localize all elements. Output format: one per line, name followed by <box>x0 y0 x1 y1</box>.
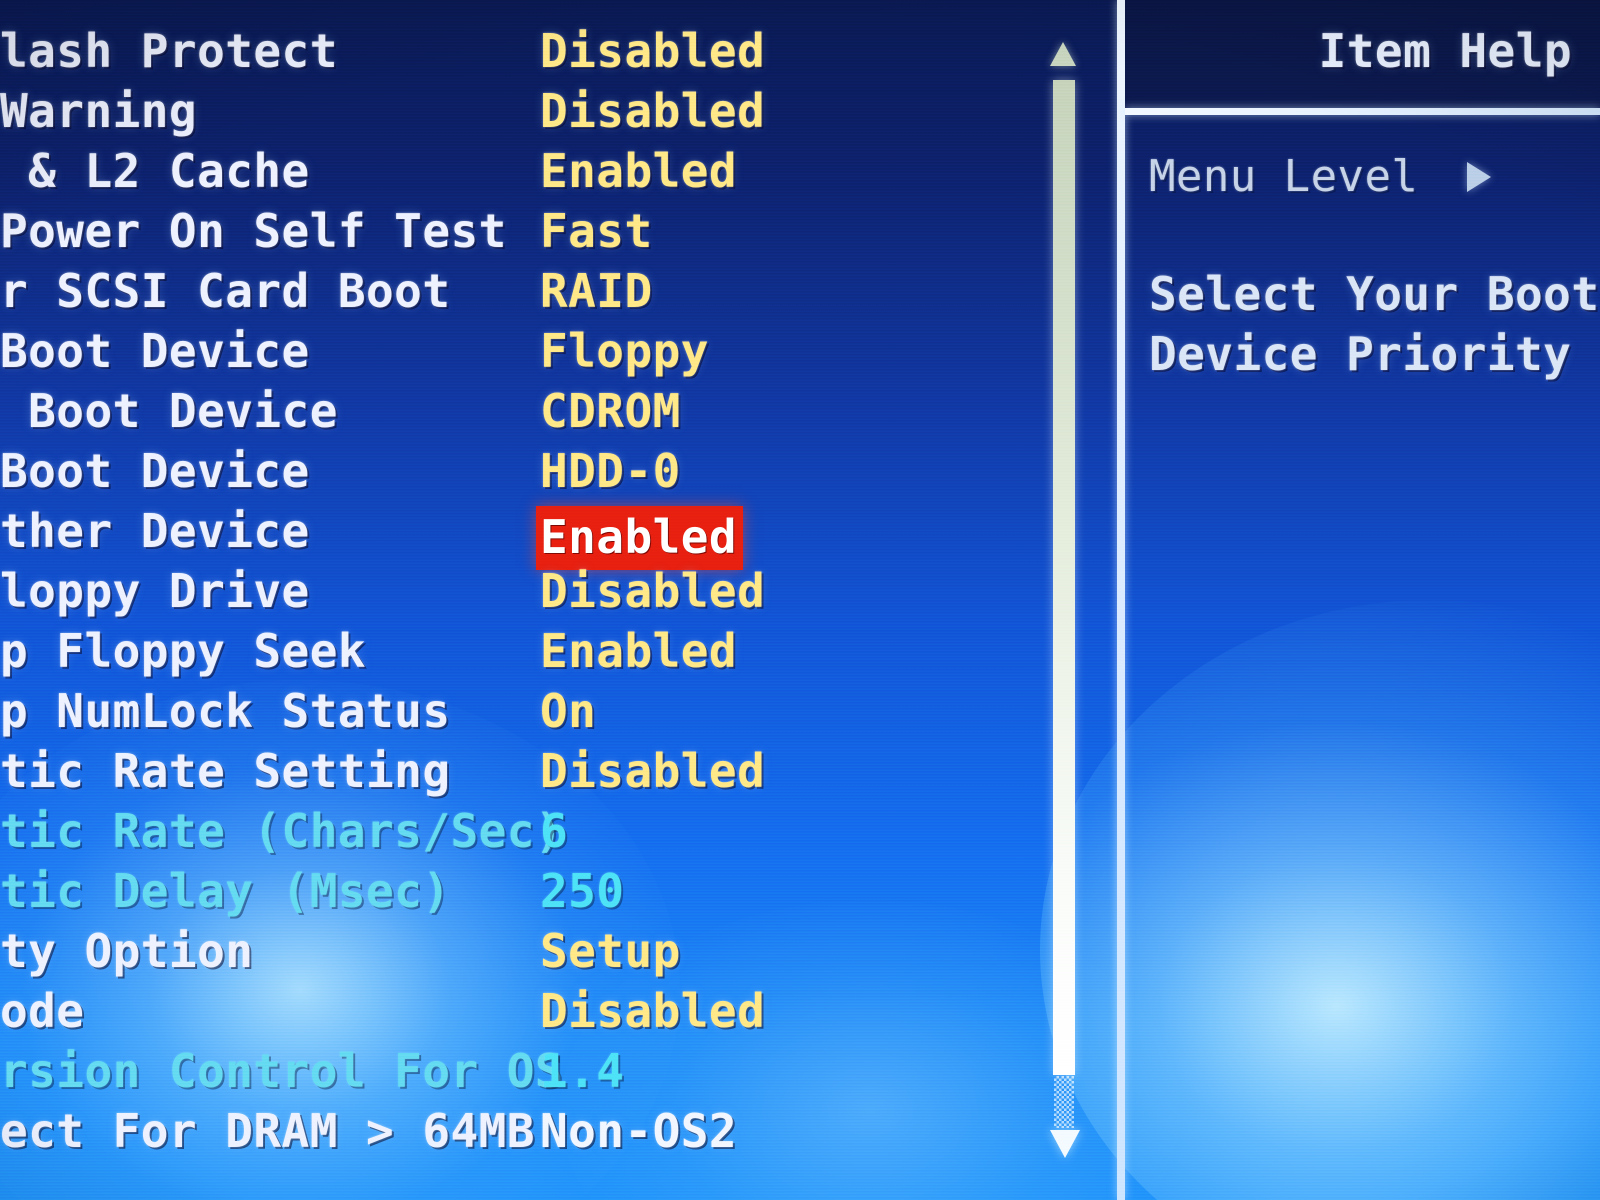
setting-value[interactable]: Disabled <box>540 742 765 800</box>
setting-label: ther Device <box>0 504 310 558</box>
setting-value[interactable]: Non-OS2 <box>540 1102 737 1160</box>
settings-row[interactable]: p Floppy Seek Enabled <box>0 622 1040 682</box>
setting-label: ect For DRAM > 64MB <box>0 1104 535 1158</box>
item-help-text-line-2: Device Priority <box>1149 327 1572 381</box>
settings-row[interactable]: ect For DRAM > 64MB Non-OS2 <box>0 1102 1040 1162</box>
settings-row[interactable]: tic Delay (Msec) 250 <box>0 862 1040 922</box>
setting-value[interactable]: 1.4 <box>540 1042 624 1100</box>
scrollbar-track[interactable] <box>1054 1076 1074 1128</box>
setting-value[interactable]: Enabled <box>540 142 737 200</box>
settings-row[interactable]: tic Rate Setting Disabled <box>0 742 1040 802</box>
setting-value[interactable]: On <box>540 682 596 740</box>
setting-label: ode <box>0 984 85 1038</box>
setting-label: tic Delay (Msec) <box>0 864 451 918</box>
item-help-text-line-1: Select Your Boot <box>1149 267 1600 321</box>
settings-list: lash Protect Disabled Warning Disabled & L2… <box>0 0 1040 1200</box>
chevron-right-icon <box>1467 162 1491 192</box>
setting-value[interactable]: Enabled <box>540 622 737 680</box>
setting-value[interactable]: 6 <box>540 802 568 860</box>
setting-label: ty Option <box>0 924 254 978</box>
settings-scrollbar[interactable] <box>1040 0 1116 1200</box>
setting-value[interactable]: Fast <box>540 202 653 260</box>
setting-label: tic Rate (Chars/Sec) <box>0 804 564 858</box>
settings-row[interactable]: ther Device Enabled <box>0 502 1040 570</box>
settings-row[interactable]: ode Disabled <box>0 982 1040 1042</box>
setting-value[interactable]: Disabled <box>540 22 765 80</box>
setting-value[interactable]: Floppy <box>540 322 709 380</box>
scroll-up-arrow-icon[interactable] <box>1050 42 1076 66</box>
settings-row[interactable]: Boot Device HDD-0 <box>0 442 1040 502</box>
setting-label: tic Rate Setting <box>0 744 451 798</box>
settings-row[interactable]: Boot Device Floppy <box>0 322 1040 382</box>
settings-row[interactable]: Power On Self Test Fast <box>0 202 1040 262</box>
scroll-down-arrow-icon[interactable] <box>1050 1130 1080 1158</box>
setting-label: Boot Device <box>0 324 310 378</box>
setting-label: p NumLock Status <box>0 684 451 738</box>
settings-row[interactable]: p NumLock Status On <box>0 682 1040 742</box>
setting-value[interactable]: Disabled <box>540 982 765 1040</box>
settings-row[interactable]: loppy Drive Disabled <box>0 562 1040 622</box>
settings-row[interactable]: ty Option Setup <box>0 922 1040 982</box>
bios-setup-screen: lash Protect Disabled Warning Disabled & L2… <box>0 0 1600 1200</box>
setting-label: lash Protect <box>0 24 338 78</box>
item-help-panel: Menu Level Select Your Boot Device Prior… <box>1117 0 1600 1200</box>
settings-row[interactable]: Boot Device CDROM <box>0 382 1040 442</box>
setting-value[interactable]: Setup <box>540 922 681 980</box>
scrollbar-thumb[interactable] <box>1053 80 1075 1075</box>
setting-label: Boot Device <box>0 444 310 498</box>
settings-row[interactable]: r SCSI Card Boot RAID <box>0 262 1040 322</box>
setting-label: Warning <box>0 84 198 138</box>
setting-label: rsion Control For OS <box>0 1044 564 1098</box>
settings-row[interactable]: lash Protect Disabled <box>0 22 1040 82</box>
settings-row[interactable]: Warning Disabled <box>0 82 1040 142</box>
settings-row[interactable]: rsion Control For OS 1.4 <box>0 1042 1040 1102</box>
setting-value[interactable]: 250 <box>540 862 624 920</box>
menu-level-label: Menu Level <box>1149 151 1419 202</box>
setting-label: r SCSI Card Boot <box>0 264 451 318</box>
setting-label: p Floppy Seek <box>0 624 367 678</box>
setting-value-selected[interactable]: Enabled <box>536 506 744 570</box>
setting-label: Power On Self Test <box>0 204 507 258</box>
setting-value[interactable]: Disabled <box>540 562 765 620</box>
setting-value[interactable]: Disabled <box>540 82 765 140</box>
settings-row[interactable]: & L2 Cache Enabled <box>0 142 1040 202</box>
setting-value[interactable]: CDROM <box>540 382 681 440</box>
setting-label: Boot Device <box>0 384 338 438</box>
settings-row[interactable]: tic Rate (Chars/Sec) 6 <box>0 802 1040 862</box>
setting-label: & L2 Cache <box>0 144 310 198</box>
setting-value[interactable]: HDD-0 <box>540 442 681 500</box>
setting-label: loppy Drive <box>0 564 310 618</box>
setting-value[interactable]: RAID <box>540 262 653 320</box>
